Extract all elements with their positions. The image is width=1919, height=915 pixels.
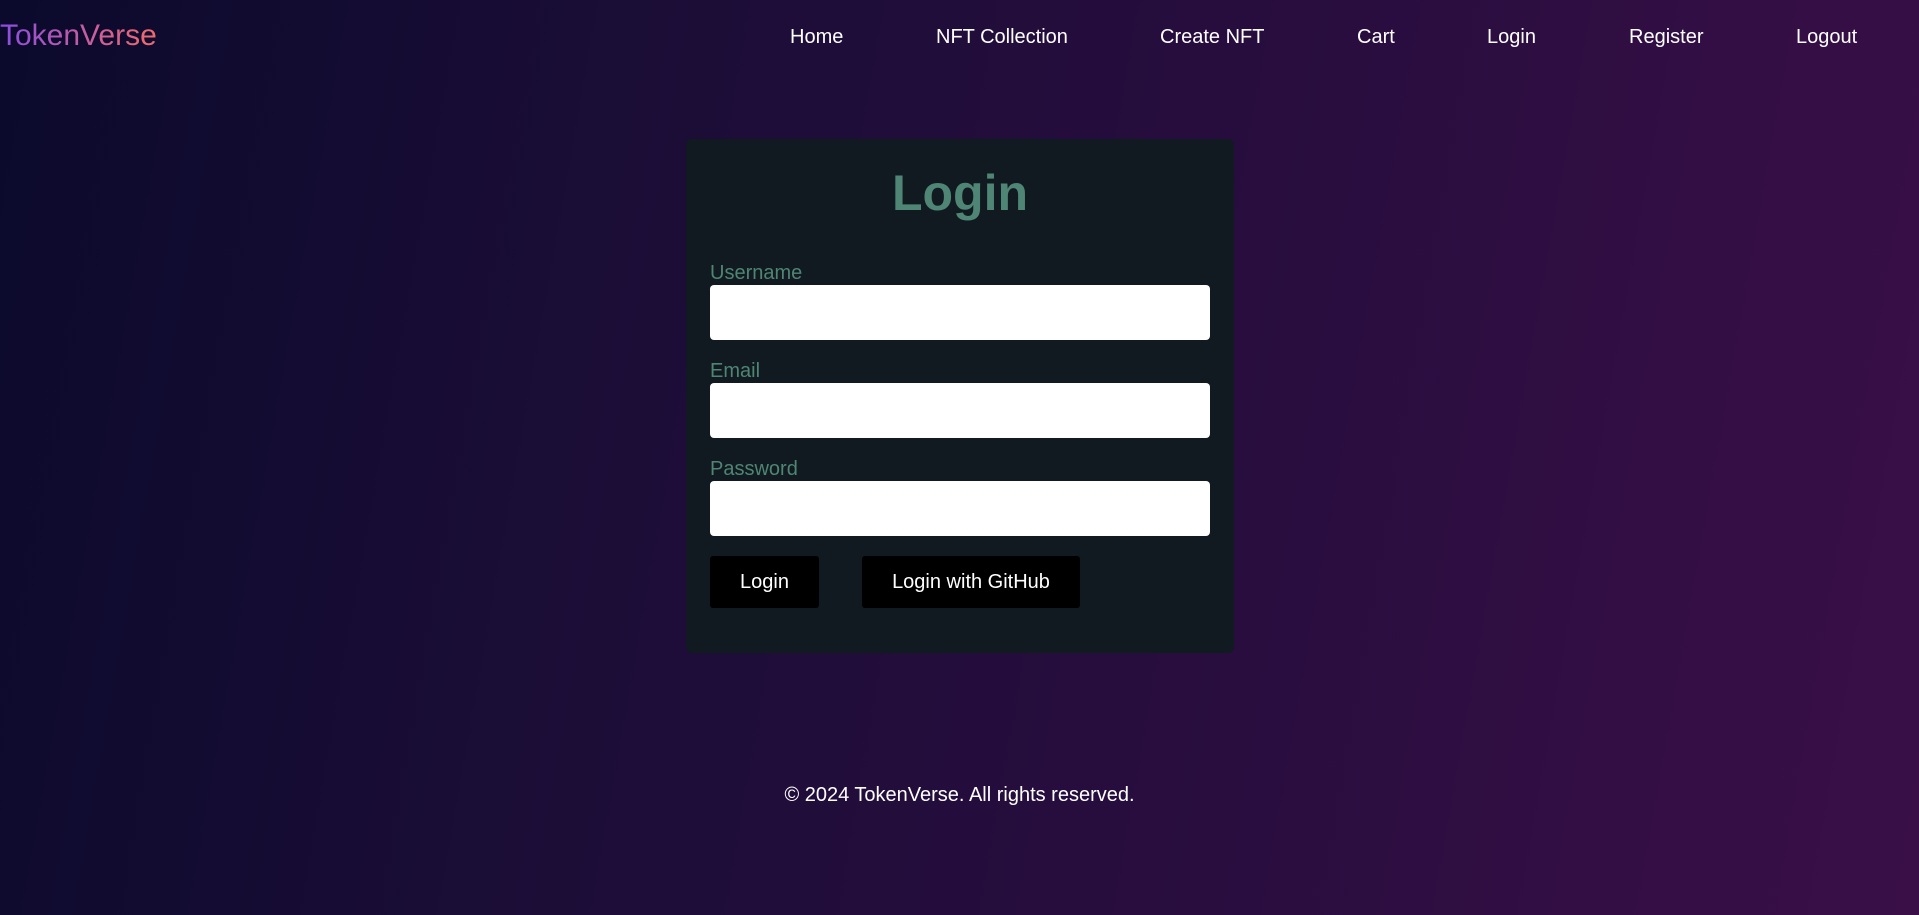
brand-logo[interactable]: TokenVerse (0, 18, 157, 54)
nav-item-create-nft[interactable]: Create NFT (1160, 24, 1264, 50)
password-input[interactable] (710, 481, 1210, 536)
username-label: Username (710, 262, 803, 284)
nav-item-logout[interactable]: Logout (1796, 24, 1857, 50)
email-label: Email (710, 360, 761, 382)
email-input[interactable] (710, 383, 1210, 438)
nav-item-nft-collection[interactable]: NFT Collection (936, 24, 1068, 50)
username-input[interactable] (710, 285, 1210, 340)
footer-copyright: © 2024 TokenVerse. All rights reserved. (784, 784, 1135, 806)
nav-item-cart[interactable]: Cart (1357, 24, 1395, 50)
login-title: Login (891, 165, 1029, 221)
login-with-github-button[interactable]: Login with GitHub (862, 556, 1080, 608)
nav-item-register[interactable]: Register (1629, 24, 1703, 50)
login-card: Login Username Email Password Login Logi… (686, 139, 1234, 653)
nav-item-login[interactable]: Login (1487, 24, 1536, 50)
login-button[interactable]: Login (710, 556, 819, 608)
nav-item-home[interactable]: Home (790, 24, 843, 50)
password-label: Password (710, 458, 798, 480)
